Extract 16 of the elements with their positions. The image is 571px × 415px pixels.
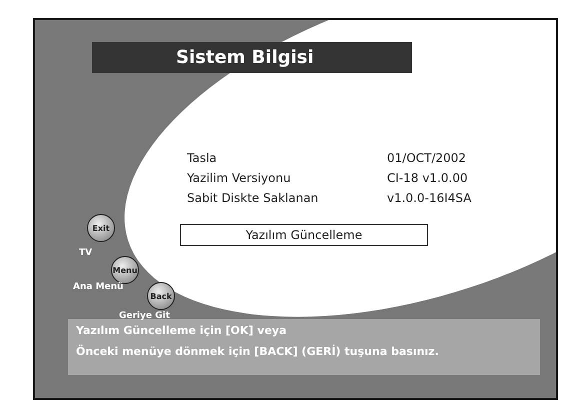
info-value: 01/OCT/2002: [387, 151, 468, 165]
help-text: Yazılım Güncelleme için [OK] veya: [76, 324, 288, 337]
info-label: Yazilim Versiyonu: [187, 171, 292, 185]
info-value: v1.0.0-16I4SA: [387, 191, 472, 205]
key-label: TV: [79, 248, 92, 258]
key-label: Geriye Git: [119, 311, 170, 321]
info-label: Tasla: [187, 151, 218, 165]
update-button[interactable]: Yazılım Güncelleme: [180, 224, 428, 246]
info-value: CI-18 v1.0.00: [387, 171, 469, 185]
remote-key-button[interactable]: Back: [147, 282, 175, 310]
key-label: Ana Menü: [73, 282, 124, 292]
help-text: Önceki menüye dönmek için [BACK] (GERİ) tuşuna basınız.: [76, 345, 440, 358]
remote-key-button[interactable]: Menu: [111, 256, 139, 284]
screen-title: Sistem Bilgisi: [176, 47, 314, 68]
remote-key-button[interactable]: Exit: [87, 214, 115, 242]
info-label: Sabit Diskte Saklanan: [187, 191, 320, 205]
